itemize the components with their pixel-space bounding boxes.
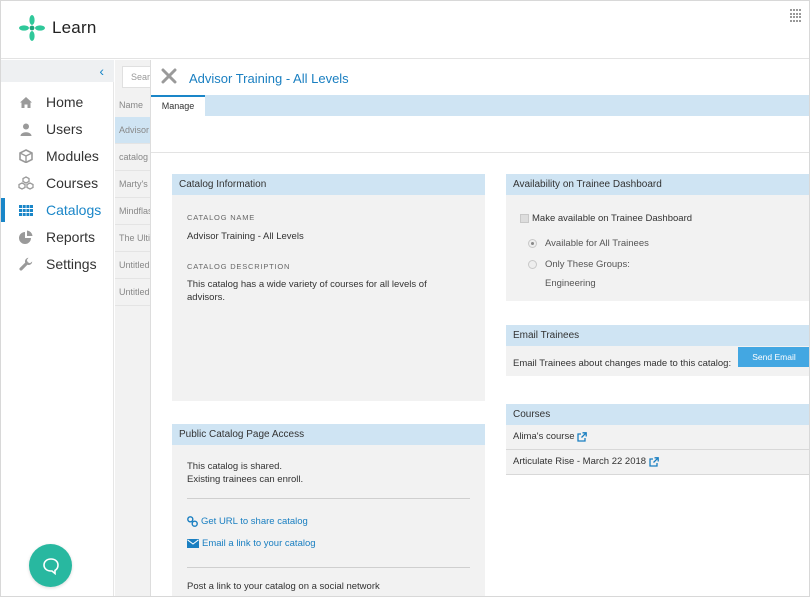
catalog-description-value: This catalog has a wide variety of cours… bbox=[187, 279, 427, 303]
catalog-name-value: Advisor Training - All Levels bbox=[187, 231, 304, 242]
divider bbox=[151, 152, 809, 153]
logo-icon bbox=[19, 15, 45, 41]
radio-button[interactable] bbox=[528, 239, 537, 248]
sidebar-item-label: Reports bbox=[46, 229, 96, 245]
catalog-description-caption: Catalog Description bbox=[187, 262, 291, 271]
user-icon bbox=[18, 122, 34, 136]
sidebar-item-label: Users bbox=[46, 121, 83, 137]
catalog-detail-panel: Advisor Training - All Levels Manage Cat… bbox=[151, 60, 809, 596]
home-icon bbox=[18, 95, 34, 109]
chat-bubble-icon bbox=[42, 557, 59, 575]
page-title: Advisor Training - All Levels bbox=[189, 71, 349, 86]
only-groups-label: Only These Groups: bbox=[545, 259, 630, 270]
sidebar-item-label: Settings bbox=[46, 256, 97, 272]
catalog-name-caption: Catalog Name bbox=[187, 213, 256, 222]
grid-icon bbox=[18, 203, 34, 217]
app-window: Learn ‹ Home Users Modules Courses Catal… bbox=[0, 0, 810, 597]
card-header: Courses bbox=[506, 404, 809, 425]
divider bbox=[506, 474, 809, 475]
external-link-icon[interactable] bbox=[649, 457, 659, 467]
all-trainees-label: Available for All Trainees bbox=[545, 238, 649, 249]
list-item[interactable]: Advisor bbox=[115, 117, 150, 144]
catalog-info-card: Catalog Information Catalog Name Advisor… bbox=[172, 174, 485, 401]
public-access-card: Public Catalog Page Access This catalog … bbox=[172, 424, 485, 596]
email-link[interactable]: Email a link to your catalog bbox=[187, 538, 316, 549]
card-header: Catalog Information bbox=[172, 174, 485, 195]
list-item[interactable]: Mindflas bbox=[115, 198, 150, 225]
social-share-text: Post a link to your catalog on a social … bbox=[187, 581, 380, 592]
catalog-list: Sear Name Advisor catalog Marty's Mindfl… bbox=[115, 60, 151, 596]
email-trainees-text: Email Trainees about changes made to thi… bbox=[513, 358, 732, 369]
email-link-label: Email a link to your catalog bbox=[202, 538, 316, 549]
sidebar-item-label: Home bbox=[46, 94, 84, 110]
sidebar-item-users[interactable]: Users bbox=[1, 116, 114, 142]
only-groups-radio[interactable]: Only These Groups: bbox=[528, 258, 630, 271]
cubes-icon bbox=[18, 176, 34, 190]
make-available-checkbox[interactable]: Make available on Trainee Dashboard bbox=[520, 212, 692, 225]
app-name: Learn bbox=[52, 18, 97, 37]
list-item[interactable]: Untitled bbox=[115, 252, 150, 279]
list-item[interactable]: The Ulti bbox=[115, 225, 150, 252]
sidebar-item-label: Catalogs bbox=[46, 202, 102, 218]
get-url-label: Get URL to share catalog bbox=[201, 516, 308, 527]
card-header: Public Catalog Page Access bbox=[172, 424, 485, 445]
tab-bar: Manage bbox=[151, 95, 809, 116]
card-header: Availability on Trainee Dashboard bbox=[506, 174, 809, 195]
sidebar-collapse-bar[interactable]: ‹ bbox=[1, 60, 114, 82]
cube-icon bbox=[18, 149, 34, 163]
sidebar-item-courses[interactable]: Courses bbox=[1, 170, 114, 196]
chat-button[interactable] bbox=[29, 544, 72, 587]
pie-chart-icon bbox=[18, 230, 34, 244]
list-item[interactable]: Untitled bbox=[115, 279, 150, 306]
group-name: Engineering bbox=[545, 278, 596, 289]
sidebar-item-settings[interactable]: Settings bbox=[1, 251, 114, 277]
apps-grid-icon[interactable] bbox=[790, 9, 803, 22]
card-header: Email Trainees bbox=[506, 325, 809, 346]
link-icon bbox=[187, 516, 198, 527]
list-item[interactable]: Marty's bbox=[115, 171, 150, 198]
sidebar-item-home[interactable]: Home bbox=[1, 89, 114, 115]
sidebar-item-reports[interactable]: Reports bbox=[1, 224, 114, 250]
envelope-icon bbox=[187, 539, 199, 548]
checkbox[interactable] bbox=[520, 214, 529, 223]
make-available-label: Make available on Trainee Dashboard bbox=[532, 213, 693, 224]
course-name: Alima's course bbox=[513, 431, 575, 442]
tab-manage[interactable]: Manage bbox=[151, 95, 205, 116]
share-status-text: This catalog is shared. bbox=[187, 461, 283, 472]
top-bar: Learn bbox=[1, 1, 809, 59]
wrench-icon bbox=[18, 257, 34, 271]
course-name: Articulate Rise - March 22 2018 bbox=[513, 456, 647, 467]
divider bbox=[187, 567, 470, 568]
external-link-icon[interactable] bbox=[577, 432, 588, 442]
courses-card: Courses Alima's course Articulate Rise -… bbox=[506, 404, 809, 478]
get-url-link[interactable]: Get URL to share catalog bbox=[187, 516, 308, 527]
radio-button[interactable] bbox=[528, 260, 537, 269]
catalog-search-input[interactable]: Sear bbox=[122, 66, 150, 88]
email-trainees-card: Email Trainees Email Trainees about chan… bbox=[506, 325, 809, 376]
course-row[interactable]: Alima's course bbox=[506, 425, 809, 449]
send-email-button[interactable]: Send Email bbox=[738, 347, 809, 367]
course-row[interactable]: Articulate Rise - March 22 2018 bbox=[506, 450, 809, 474]
sidebar-item-label: Courses bbox=[46, 175, 99, 191]
enroll-status-text: Existing trainees can enroll. bbox=[187, 474, 304, 485]
close-icon[interactable] bbox=[161, 68, 177, 84]
sidebar-item-modules[interactable]: Modules bbox=[1, 143, 114, 169]
all-trainees-radio[interactable]: Available for All Trainees bbox=[528, 237, 649, 250]
panel-header: Advisor Training - All Levels bbox=[151, 60, 809, 95]
divider bbox=[187, 498, 470, 499]
availability-card: Availability on Trainee Dashboard Make a… bbox=[506, 174, 809, 301]
logo[interactable]: Learn bbox=[17, 13, 96, 43]
sidebar-item-label: Modules bbox=[46, 148, 99, 164]
list-item[interactable]: catalog bbox=[115, 144, 150, 171]
list-header[interactable]: Name bbox=[115, 92, 150, 119]
chevron-left-icon[interactable]: ‹ bbox=[99, 63, 104, 79]
sidebar: ‹ Home Users Modules Courses Catalogs Re… bbox=[1, 60, 114, 596]
sidebar-item-catalogs[interactable]: Catalogs bbox=[1, 197, 114, 223]
